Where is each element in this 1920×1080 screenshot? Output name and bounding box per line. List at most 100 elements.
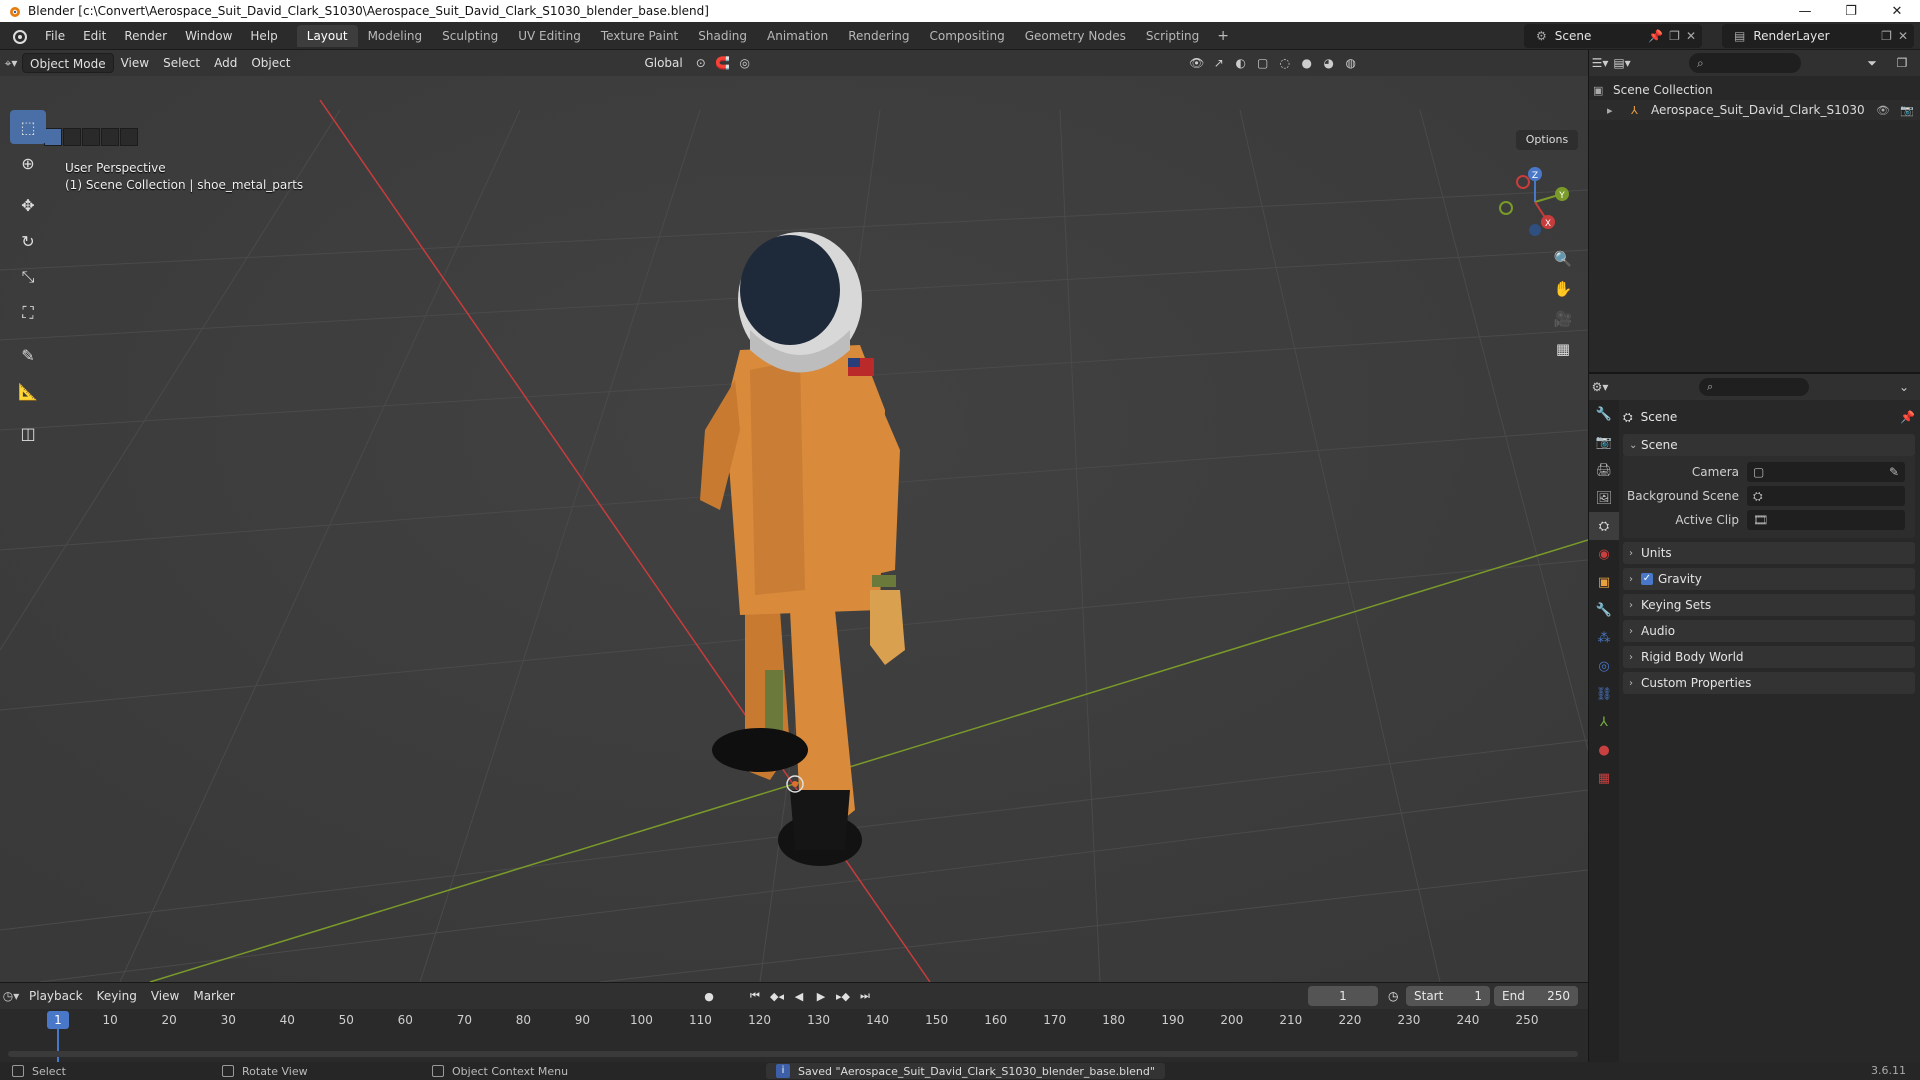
select-intersect-icon[interactable]: [120, 128, 138, 146]
next-keyframe-icon[interactable]: ▸◆: [834, 986, 852, 1006]
start-frame-field[interactable]: Start 1: [1406, 986, 1490, 1006]
gravity-checkbox[interactable]: ✓: [1641, 573, 1653, 585]
camera-view-icon[interactable]: 🎥: [1548, 304, 1578, 334]
delete-scene-icon[interactable]: ✕: [1686, 29, 1696, 43]
object-tab-icon[interactable]: ▣: [1589, 568, 1619, 596]
select-invert-icon[interactable]: [101, 128, 119, 146]
zoom-icon[interactable]: 🔍: [1548, 244, 1578, 274]
transform-tool-icon[interactable]: ⛶: [10, 296, 46, 330]
pan-hand-icon[interactable]: ✋: [1548, 274, 1578, 304]
keying-menu[interactable]: Keying: [90, 986, 144, 1006]
measure-tool-icon[interactable]: 📐: [10, 374, 46, 408]
new-collection-icon[interactable]: ❐: [1891, 53, 1913, 73]
move-tool-icon[interactable]: ✥: [10, 188, 46, 222]
rotate-tool-icon[interactable]: ↻: [10, 224, 46, 258]
tab-rendering[interactable]: Rendering: [838, 25, 919, 47]
cursor-tool-icon[interactable]: ⊕: [10, 146, 46, 180]
units-panel-header[interactable]: › Units: [1623, 542, 1915, 564]
tab-scripting[interactable]: Scripting: [1136, 25, 1209, 47]
scene-selector[interactable]: ⚙ Scene 📌 ❐ ✕: [1524, 24, 1702, 48]
properties-options-icon[interactable]: ⌄: [1893, 377, 1915, 397]
timeline-editor-type-icon[interactable]: ◷▾: [0, 986, 22, 1006]
properties-search-input[interactable]: ⌕: [1699, 378, 1809, 396]
background-scene-field[interactable]: ⛭: [1747, 486, 1905, 506]
texture-tab-icon[interactable]: ▦: [1589, 764, 1619, 792]
scene-tab-icon[interactable]: ⛭: [1589, 512, 1619, 540]
audio-panel-header[interactable]: › Audio: [1623, 620, 1915, 642]
physics-tab-icon[interactable]: ◎: [1589, 652, 1619, 680]
object-menu[interactable]: Object: [244, 53, 297, 73]
new-scene-icon[interactable]: ❐: [1669, 29, 1680, 43]
menu-window[interactable]: Window: [176, 22, 241, 50]
current-frame-field[interactable]: 1: [1308, 986, 1378, 1006]
tab-animation[interactable]: Animation: [757, 25, 838, 47]
menu-file[interactable]: File: [36, 22, 74, 50]
select-menu[interactable]: Select: [156, 53, 207, 73]
timeline-editor[interactable]: ◷▾ Playback Keying View Marker ● ⏮ ◆◂ ◀ …: [0, 982, 1588, 1063]
visibility-icon[interactable]: 👁: [1186, 53, 1208, 73]
tab-texture-paint[interactable]: Texture Paint: [591, 25, 688, 47]
menu-help[interactable]: Help: [241, 22, 286, 50]
camera-field[interactable]: ▢ ✎: [1747, 462, 1905, 482]
tab-uv-editing[interactable]: UV Editing: [508, 25, 591, 47]
add-workspace-button[interactable]: +: [1209, 28, 1237, 44]
tab-compositing[interactable]: Compositing: [919, 25, 1014, 47]
scale-tool-icon[interactable]: ⤡: [10, 260, 46, 294]
gizmo-icon[interactable]: ↗: [1208, 53, 1230, 73]
output-tab-icon[interactable]: 🖨: [1589, 456, 1619, 484]
frame-ruler[interactable]: 10 20 30 40 50 60 70 80 90 100 110 120 130 140 150 160 1…: [0, 1009, 1588, 1031]
render-camera-icon[interactable]: 📷: [1900, 104, 1916, 117]
marker-menu[interactable]: Marker: [186, 986, 241, 1006]
tab-sculpting[interactable]: Sculpting: [432, 25, 508, 47]
select-new-icon[interactable]: [44, 128, 62, 146]
ortho-grid-icon[interactable]: ▦: [1548, 334, 1578, 364]
pin-properties-icon[interactable]: 📌: [1900, 410, 1915, 424]
particles-tab-icon[interactable]: ⁂: [1589, 624, 1619, 652]
menu-render[interactable]: Render: [115, 22, 176, 50]
play-reverse-icon[interactable]: ◀: [790, 986, 808, 1006]
jump-start-icon[interactable]: ⏮: [746, 986, 764, 1006]
material-tab-icon[interactable]: ●: [1589, 736, 1619, 764]
tab-modeling[interactable]: Modeling: [358, 25, 433, 47]
select-box-tool-icon[interactable]: ⬚: [10, 110, 46, 144]
pivot-icon[interactable]: ⊙: [690, 53, 712, 73]
save-report-message[interactable]: i Saved "Aerospace_Suit_David_Clark_S103…: [766, 1063, 1165, 1079]
properties-editor-type-icon[interactable]: ⚙▾: [1589, 377, 1611, 397]
jump-end-icon[interactable]: ⏭: [856, 986, 874, 1006]
close-button[interactable]: ✕: [1874, 0, 1920, 22]
rendered-shading-icon[interactable]: ◍: [1340, 53, 1362, 73]
proportional-edit-icon[interactable]: ◎: [734, 53, 756, 73]
material-shading-icon[interactable]: ◕: [1318, 53, 1340, 73]
snap-icon[interactable]: 🧲: [712, 53, 734, 73]
view-menu[interactable]: View: [114, 53, 156, 73]
blender-menu-icon[interactable]: [10, 27, 28, 45]
world-tab-icon[interactable]: ◉: [1589, 540, 1619, 568]
wireframe-shading-icon[interactable]: ◌: [1274, 53, 1296, 73]
select-extend-icon[interactable]: [63, 128, 81, 146]
eye-visibility-icon[interactable]: 👁: [1876, 104, 1892, 117]
outliner-root-row[interactable]: ▣ Scene Collection: [1589, 80, 1920, 100]
keying-sets-panel-header[interactable]: › Keying Sets: [1623, 594, 1915, 616]
options-dropdown[interactable]: Options: [1516, 130, 1578, 150]
constraints-tab-icon[interactable]: ⛓: [1589, 680, 1619, 708]
tab-layout[interactable]: Layout: [296, 24, 358, 47]
data-tab-icon[interactable]: ⅄: [1589, 708, 1619, 736]
delete-layer-icon[interactable]: ✕: [1898, 29, 1908, 43]
pin-icon[interactable]: 📌: [1648, 29, 1663, 43]
select-subtract-icon[interactable]: [82, 128, 100, 146]
view-layer-selector[interactable]: ▤ RenderLayer ❐ ✕: [1722, 24, 1914, 48]
gravity-panel-header[interactable]: › ✓ Gravity: [1623, 568, 1915, 590]
timeline-view-menu[interactable]: View: [144, 986, 186, 1006]
scene-panel-header[interactable]: ⌄ Scene: [1623, 434, 1915, 456]
tab-shading[interactable]: Shading: [688, 25, 757, 47]
solid-shading-icon[interactable]: ●: [1296, 53, 1318, 73]
navigation-gizmo[interactable]: Z Y X: [1490, 160, 1580, 244]
tab-geometry-nodes[interactable]: Geometry Nodes: [1015, 25, 1136, 47]
add-menu[interactable]: Add: [207, 53, 244, 73]
filter-icon[interactable]: ⏷: [1861, 53, 1883, 73]
custom-properties-panel-header[interactable]: › Custom Properties: [1623, 672, 1915, 694]
prev-keyframe-icon[interactable]: ◆◂: [768, 986, 786, 1006]
view-layer-tab-icon[interactable]: 🖼: [1589, 484, 1619, 512]
mode-selector[interactable]: Object Mode: [22, 53, 114, 73]
render-tab-icon[interactable]: 📷: [1589, 428, 1619, 456]
